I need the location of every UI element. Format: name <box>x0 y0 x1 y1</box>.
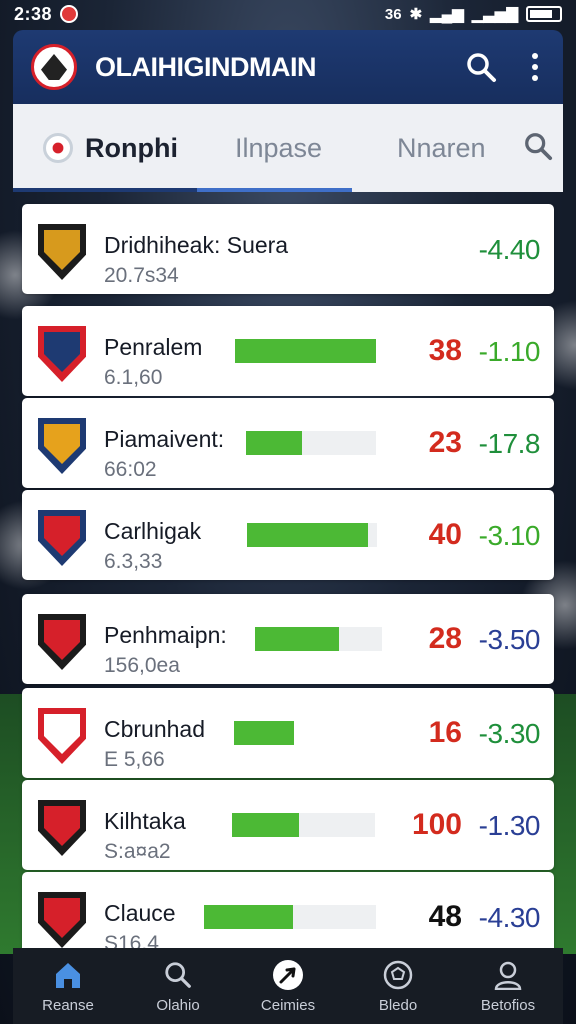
progress-bar <box>204 905 376 929</box>
team-name: Clauce <box>104 900 176 926</box>
team-crest-icon <box>38 510 86 566</box>
bluetooth-icon: ✱ <box>409 6 423 23</box>
nav-label: Olahio <box>156 996 200 1014</box>
nav-label: Betofios <box>480 996 536 1014</box>
wifi-icon: ▂▄▆ <box>430 6 464 23</box>
tab-label: Ilnpase <box>235 132 323 163</box>
tab-indicator <box>197 188 352 192</box>
table-row[interactable]: Kilhtaka S:a¤a2 100 -1.30 <box>22 780 554 870</box>
tab-label: Nnaren <box>397 132 486 163</box>
team-crest-icon <box>38 418 86 474</box>
tab-bar: Ronphi Ilnpase Nnaren <box>13 104 563 192</box>
team-subtext: S:a¤a2 <box>104 840 171 863</box>
search-icon <box>162 959 194 991</box>
team-odds: -1.30 <box>478 810 541 841</box>
battery-icon <box>526 6 562 22</box>
table-row[interactable]: Cbrunhad E 5,66 16 -3.30 <box>22 688 554 778</box>
team-odds: -3.30 <box>478 718 541 749</box>
progress-bar <box>232 813 375 837</box>
nav-ball[interactable]: Bledo <box>343 948 453 1024</box>
tab-label: Ronphi <box>85 132 178 163</box>
team-subtext: 156,0ea <box>104 654 180 677</box>
profile-icon <box>492 959 524 991</box>
team-name: Cbrunhad <box>104 716 206 742</box>
team-subtext: 66:02 <box>104 458 157 481</box>
progress-bar <box>235 339 376 363</box>
status-time: 2:38 <box>14 3 53 24</box>
team-subtext: E 5,66 <box>104 748 165 771</box>
table-row[interactable]: Dridhiheak: Suera 20.7s34 -4.40 <box>22 204 554 294</box>
team-odds: -17.8 <box>478 428 541 459</box>
team-crest-icon <box>38 614 86 670</box>
team-odds: -3.50 <box>478 624 541 655</box>
team-crest-icon <box>38 326 86 382</box>
status-bar: 2:38 36 ✱ ▂▄▆ ▁▃▅▇ <box>0 0 576 28</box>
team-crest-icon <box>38 800 86 856</box>
progress-bar <box>247 523 377 547</box>
progress-fill <box>204 905 294 929</box>
team-subtext: 20.7s34 <box>104 264 179 287</box>
nav-compass[interactable]: Ceimies <box>233 948 343 1024</box>
team-subtext: 6.3,33 <box>104 550 163 573</box>
signal-icon: ▁▃▅▇ <box>471 6 518 23</box>
team-odds: -4.40 <box>478 234 541 265</box>
team-name: Penralem <box>104 334 203 360</box>
tab-ronphi[interactable]: Ronphi <box>13 104 197 192</box>
team-name: Carlhigak <box>104 518 202 544</box>
tab-ilnpase[interactable]: Ilnpase <box>197 104 365 192</box>
more-options-button[interactable] <box>525 47 545 87</box>
app-logo <box>31 44 77 90</box>
progress-fill <box>255 627 339 651</box>
app-header: OLAIHIGINDMAIN <box>13 30 563 104</box>
nav-label: Bledo <box>378 996 418 1014</box>
status-text: 36 <box>384 5 402 23</box>
progress-bar <box>234 721 294 745</box>
nav-label: Reanse <box>42 996 94 1014</box>
team-name: Kilhtaka <box>104 808 186 834</box>
team-name: Penhmaipn: <box>104 622 227 648</box>
nav-home[interactable]: Reanse <box>13 948 123 1024</box>
team-odds: -3.10 <box>478 520 541 551</box>
app-title: OLAIHIGINDMAIN <box>95 51 316 82</box>
team-crest-icon <box>38 892 86 948</box>
progress-bar <box>255 627 382 651</box>
table-row[interactable]: Carlhigak 6.3,33 40 -3.10 <box>22 490 554 580</box>
team-crest-icon <box>38 224 86 280</box>
progress-fill <box>235 339 376 363</box>
team-icon <box>43 133 73 163</box>
compass-icon <box>272 959 304 991</box>
nav-label: Ceimies <box>260 996 316 1014</box>
progress-fill <box>232 813 300 837</box>
nav-profile[interactable]: Betofios <box>453 948 563 1024</box>
team-name: Piamaivent: <box>104 426 225 452</box>
app-window: OLAIHIGINDMAIN Ronphi Ilnpase Nnaren Dri… <box>13 30 563 962</box>
bottom-nav: Reanse Olahio Ceimies Bledo Betofios <box>13 948 563 1024</box>
progress-fill <box>247 523 368 547</box>
progress-bar <box>246 431 376 455</box>
ball-icon <box>382 959 414 991</box>
team-odds: -1.10 <box>478 336 541 367</box>
active-tab-indicator <box>13 188 197 192</box>
notification-icon <box>60 5 79 23</box>
team-odds: -4.30 <box>478 902 541 933</box>
progress-fill <box>234 721 294 745</box>
tab-search-button[interactable] <box>523 131 553 166</box>
table-row[interactable]: Penralem 6.1,60 38 -1.10 <box>22 306 554 396</box>
tab-nnaren[interactable]: Nnaren <box>365 104 515 192</box>
team-crest-icon <box>38 708 86 764</box>
nav-search[interactable]: Olahio <box>123 948 233 1024</box>
table-row[interactable]: Piamaivent: 66:02 23 -17.8 <box>22 398 554 488</box>
progress-fill <box>246 431 302 455</box>
team-subtext: 6.1,60 <box>104 366 163 389</box>
home-icon <box>52 959 84 991</box>
search-button[interactable] <box>461 47 501 87</box>
team-name: Dridhiheak: Suera <box>104 232 289 258</box>
search-icon <box>525 132 553 160</box>
table-row[interactable]: Penhmaipn: 156,0ea 28 -3.50 <box>22 594 554 684</box>
search-icon <box>467 53 496 82</box>
